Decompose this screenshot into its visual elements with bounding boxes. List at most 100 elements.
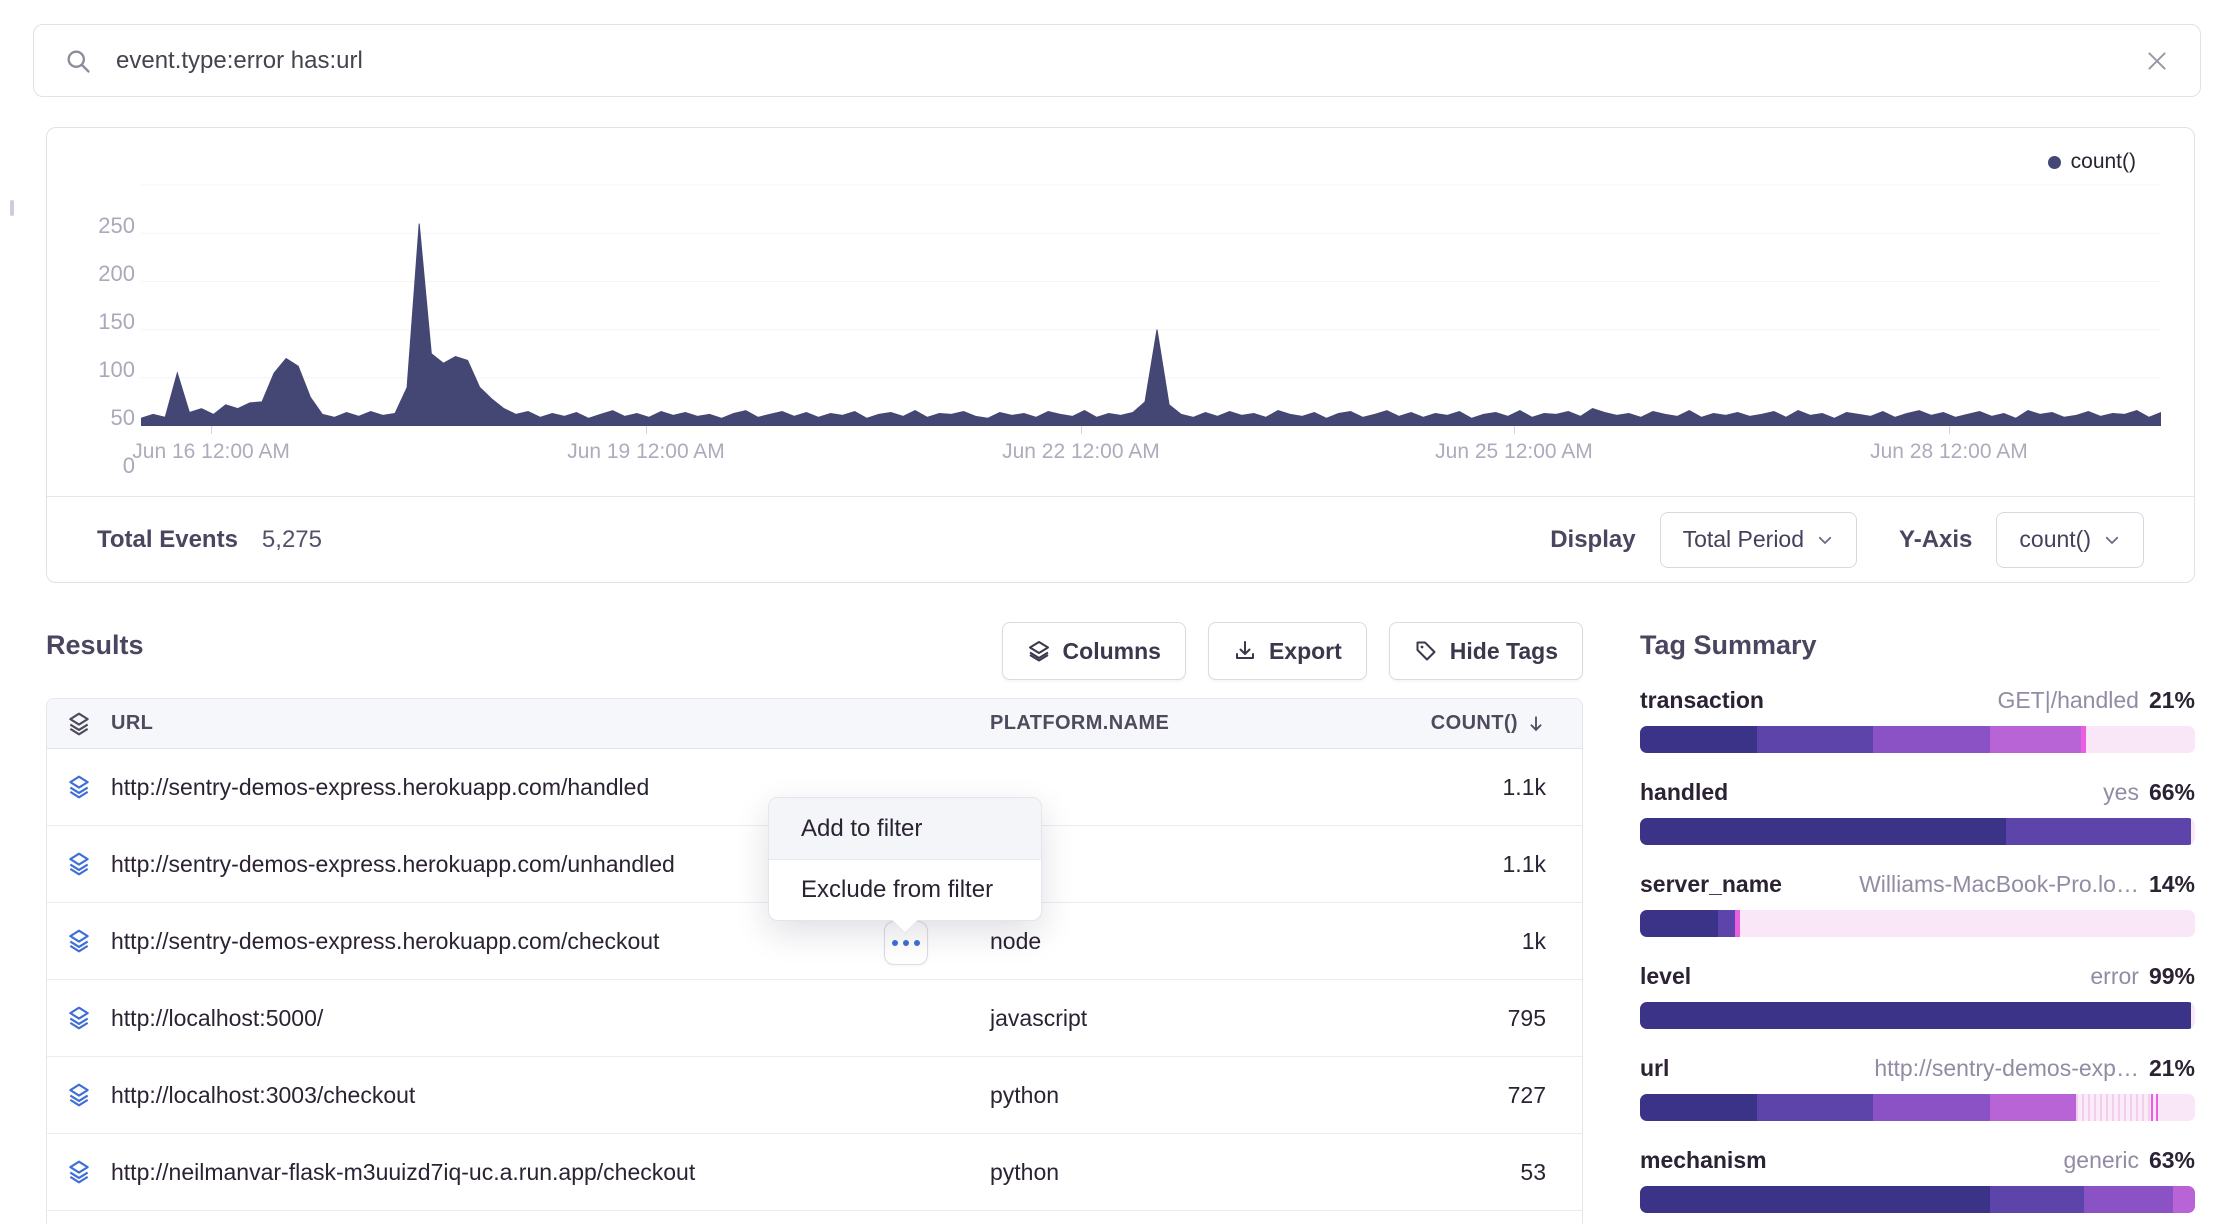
x-tick-label: Jun 19 12:00 AM — [567, 440, 725, 464]
chevron-down-icon — [1816, 531, 1834, 549]
tag-row-url: url http://sentry-demos-exp… 21% — [1640, 1055, 2195, 1121]
tag-top-value: generic — [2064, 1147, 2139, 1174]
url-cell[interactable]: http://localhost:3003/checkout — [111, 1082, 990, 1109]
yaxis-value: count() — [2019, 526, 2091, 553]
left-edge-handle — [10, 200, 14, 216]
x-tick-label: Jun 22 12:00 AM — [1002, 440, 1160, 464]
clear-search-icon[interactable] — [2144, 48, 2170, 74]
platform-cell[interactable]: python — [990, 1159, 1390, 1186]
platform-cell[interactable]: node — [990, 928, 1390, 955]
count-cell[interactable]: 1k — [1390, 928, 1582, 955]
tag-name: transaction — [1640, 687, 1764, 714]
results-actions: Columns Export Hide Tags — [46, 622, 1583, 680]
tag-distribution-bar[interactable] — [1640, 1186, 2195, 1213]
tag-top-value: error — [2090, 963, 2139, 990]
count-cell[interactable]: 53 — [1390, 1159, 1582, 1186]
y-tick: 100 — [75, 357, 135, 383]
tag-top-value: GET|/handled — [1997, 687, 2139, 714]
download-icon — [1233, 639, 1257, 663]
row-layers-icon[interactable] — [47, 1159, 111, 1185]
search-input[interactable]: event.type:error has:url — [116, 47, 2144, 75]
row-layers-icon[interactable] — [47, 928, 111, 954]
sort-desc-icon — [1526, 714, 1546, 734]
columns-button[interactable]: Columns — [1002, 622, 1186, 680]
layers-icon — [66, 928, 92, 954]
count-cell[interactable]: 727 — [1390, 1082, 1582, 1109]
table-row[interactable]: http://localhost:5000/javascript795 — [47, 980, 1582, 1057]
tag-distribution-bar[interactable] — [1640, 1094, 2195, 1121]
tag-distribution-bar[interactable] — [1640, 910, 2195, 937]
results-table: URL PLATFORM.NAME COUNT() http://sentry-… — [46, 698, 1583, 1224]
export-button[interactable]: Export — [1208, 622, 1367, 680]
layers-icon — [66, 1005, 92, 1031]
tag-name: mechanism — [1640, 1147, 1767, 1174]
tag-top-value: Williams-MacBook-Pro.lo… — [1859, 871, 2139, 898]
url-cell[interactable]: http://localhost:5000/ — [111, 1005, 990, 1032]
tag-distribution-bar[interactable] — [1640, 726, 2195, 753]
layers-icon — [66, 1159, 92, 1185]
tag-top-percent: 14% — [2149, 871, 2195, 898]
platform-cell[interactable]: javascript — [990, 1005, 1390, 1032]
tag-summary-panel: Tag Summary transactionGET|/handled21%ha… — [1640, 630, 2195, 1224]
x-tick-mark — [211, 426, 212, 434]
count-cell[interactable]: 1.1k — [1390, 774, 1582, 801]
url-cell[interactable]: http://sentry-demos-express.herokuapp.co… — [111, 928, 990, 955]
y-tick: 50 — [75, 405, 135, 431]
platform-cell[interactable]: python — [990, 1082, 1390, 1109]
y-tick: 150 — [75, 309, 135, 335]
search-bar[interactable]: event.type:error has:url — [33, 24, 2201, 97]
layers-icon[interactable] — [66, 711, 92, 737]
count-cell[interactable]: 795 — [1390, 1005, 1582, 1032]
x-tick-label: Jun 25 12:00 AM — [1435, 440, 1593, 464]
row-layers-icon[interactable] — [47, 851, 111, 877]
menu-item-add-to-filter[interactable]: Add to filter — [769, 798, 1041, 859]
cell-context-menu: Add to filter Exclude from filter — [768, 797, 1042, 921]
events-chart-panel: count() 250 200 150 100 50 0 Jun 16 12:0… — [46, 127, 2195, 583]
total-events-value: 5,275 — [262, 526, 322, 554]
chart-area — [141, 168, 2161, 426]
x-tick-label: Jun 28 12:00 AM — [1870, 440, 2028, 464]
table-row[interactable]: http://localhost:3003/checkoutpython727 — [47, 1057, 1582, 1134]
tag-name: handled — [1640, 779, 1728, 806]
column-header-count[interactable]: COUNT() — [1390, 712, 1582, 735]
tag-top-percent: 21% — [2149, 1055, 2195, 1082]
layers-icon — [66, 1082, 92, 1108]
x-tick-label: Jun 16 12:00 AM — [132, 440, 290, 464]
tag-row-handled: handled yes 66% — [1640, 779, 2195, 845]
x-tick-mark — [1949, 426, 1950, 434]
tag-distribution-bar[interactable] — [1640, 1002, 2195, 1029]
tag-top-value: yes — [2103, 779, 2139, 806]
layers-icon — [66, 774, 92, 800]
tag-name: server_name — [1640, 871, 1782, 898]
layers-icon — [1027, 639, 1051, 663]
column-header-url[interactable]: URL — [111, 712, 990, 735]
x-tick-mark — [1081, 426, 1082, 434]
row-layers-icon[interactable] — [47, 1082, 111, 1108]
y-tick: 250 — [75, 213, 135, 239]
row-layers-icon[interactable] — [47, 774, 111, 800]
row-layers-icon[interactable] — [47, 1005, 111, 1031]
tag-row-transaction: transaction GET|/handled 21% — [1640, 687, 2195, 753]
export-button-label: Export — [1269, 638, 1342, 665]
search-icon — [64, 47, 92, 75]
chart-footer: Total Events 5,275 Display Total Period … — [47, 496, 2194, 582]
tag-name: level — [1640, 963, 1691, 990]
layers-icon — [66, 851, 92, 877]
count-cell[interactable]: 1.1k — [1390, 851, 1582, 878]
total-events-label: Total Events — [97, 526, 238, 554]
tag-distribution-bar[interactable] — [1640, 818, 2195, 845]
yaxis-select[interactable]: count() — [1996, 512, 2144, 568]
tag-top-percent: 66% — [2149, 779, 2195, 806]
tag-top-percent: 21% — [2149, 687, 2195, 714]
x-tick-mark — [646, 426, 647, 434]
url-cell[interactable]: http://neilmanvar-flask-m3uuizd7iq-uc.a.… — [111, 1159, 990, 1186]
tag-name: url — [1640, 1055, 1669, 1082]
hide-tags-button[interactable]: Hide Tags — [1389, 622, 1583, 680]
events-chart[interactable]: 250 200 150 100 50 0 Jun 16 12:00 AM Jun… — [141, 168, 2161, 426]
x-tick-mark — [1514, 426, 1515, 434]
display-select[interactable]: Total Period — [1660, 512, 1857, 568]
tag-icon — [1414, 639, 1438, 663]
column-header-platform[interactable]: PLATFORM.NAME — [990, 712, 1390, 735]
tag-top-value: http://sentry-demos-exp… — [1874, 1055, 2139, 1082]
table-row[interactable]: http://neilmanvar-flask-m3uuizd7iq-uc.a.… — [47, 1134, 1582, 1211]
